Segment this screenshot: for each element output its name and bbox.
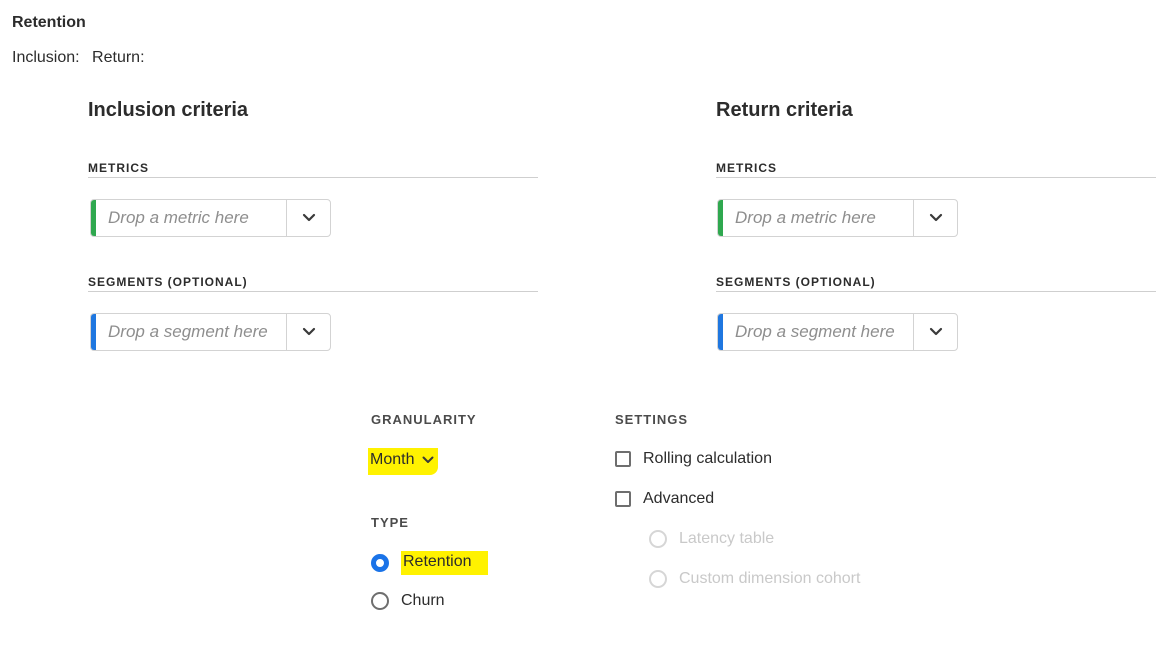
- advanced-option[interactable]: Advanced: [615, 490, 714, 508]
- return-segment-placeholder: Drop a segment here: [735, 322, 895, 341]
- return-summary-label: Return:: [92, 49, 145, 66]
- rolling-calculation-option[interactable]: Rolling calculation: [615, 450, 772, 468]
- inclusion-segments-label: SEGMENTS (OPTIONAL): [88, 275, 538, 292]
- return-segments-label: SEGMENTS (OPTIONAL): [716, 275, 1156, 292]
- chevron-down-icon: [302, 327, 315, 336]
- chevron-down-icon: [422, 456, 434, 463]
- inclusion-metric-dropzone[interactable]: Drop a metric here: [90, 199, 331, 237]
- granularity-value: Month: [370, 451, 415, 468]
- latency-table-option: Latency table: [649, 530, 774, 548]
- custom-dimension-cohort-label: Custom dimension cohort: [679, 570, 861, 587]
- type-option-label: Retention: [401, 551, 488, 575]
- inclusion-metric-dropdown-button[interactable]: [286, 200, 330, 236]
- chevron-down-icon: [929, 213, 942, 222]
- type-label: TYPE: [371, 515, 409, 530]
- granularity-dropdown[interactable]: Month: [368, 448, 439, 475]
- radio-unselected-icon[interactable]: [371, 592, 389, 610]
- radio-disabled-icon: [649, 530, 667, 548]
- radio-disabled-icon: [649, 570, 667, 588]
- latency-table-label: Latency table: [679, 530, 775, 547]
- return-metric-placeholder: Drop a metric here: [735, 208, 876, 227]
- return-criteria-title: Return criteria: [716, 99, 853, 121]
- type-option-retention[interactable]: Retention: [371, 551, 488, 575]
- inclusion-segment-dropdown-button[interactable]: [286, 314, 330, 350]
- return-metrics-label: METRICS: [716, 161, 1156, 178]
- type-option-churn[interactable]: Churn: [371, 592, 445, 610]
- return-segment-dropzone[interactable]: Drop a segment here: [717, 313, 958, 351]
- inclusion-summary-label: Inclusion:: [12, 49, 80, 66]
- granularity-label: GRANULARITY: [371, 412, 477, 427]
- return-metric-dropzone[interactable]: Drop a metric here: [717, 199, 958, 237]
- inclusion-segment-dropzone[interactable]: Drop a segment here: [90, 313, 331, 351]
- type-option-label: Churn: [401, 592, 445, 609]
- return-metric-dropdown-button[interactable]: [913, 200, 957, 236]
- inclusion-criteria-title: Inclusion criteria: [88, 99, 249, 121]
- inclusion-metric-placeholder: Drop a metric here: [108, 208, 249, 227]
- checkbox-icon[interactable]: [615, 491, 631, 507]
- criteria-summary: Inclusion: Return:: [12, 49, 153, 67]
- advanced-label: Advanced: [643, 490, 715, 507]
- inclusion-segment-placeholder: Drop a segment here: [108, 322, 268, 341]
- checkbox-icon[interactable]: [615, 451, 631, 467]
- panel-title: Retention: [12, 14, 86, 31]
- radio-selected-icon[interactable]: [371, 554, 389, 572]
- settings-label: SETTINGS: [615, 412, 689, 427]
- inclusion-metrics-label: METRICS: [88, 161, 538, 178]
- custom-dimension-cohort-option: Custom dimension cohort: [649, 570, 860, 588]
- rolling-calculation-label: Rolling calculation: [643, 450, 772, 467]
- return-segment-dropdown-button[interactable]: [913, 314, 957, 350]
- chevron-down-icon: [929, 327, 942, 336]
- chevron-down-icon: [302, 213, 315, 222]
